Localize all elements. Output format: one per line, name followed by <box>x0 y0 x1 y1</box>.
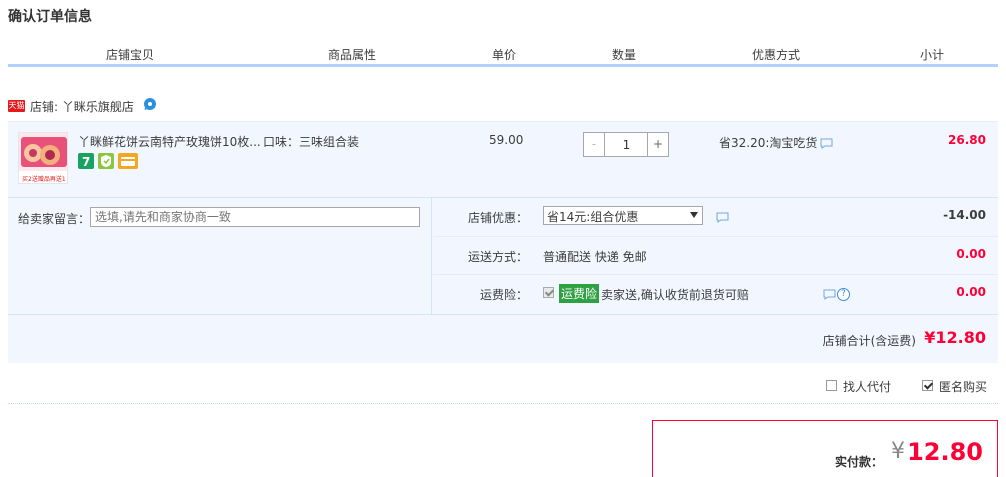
proxy-pay-checkbox[interactable] <box>826 380 837 391</box>
shop-discount-row: 店铺优惠： 省14元:组合优惠 -14.00 <box>433 198 998 236</box>
insurance-label: 运费险： <box>479 288 528 302</box>
chevron-down-icon <box>690 212 698 218</box>
quantity-stepper: - + <box>583 132 669 157</box>
insurance-row: 运费险： 运费险 卖家送,确认收货前退货可赔 ? 0.00 <box>433 274 998 312</box>
purchase-options-row: 找人代付 匿名购买 <box>8 364 998 404</box>
svg-text:7: 7 <box>82 155 90 169</box>
item-subtotal: 26.80 <box>948 133 986 147</box>
memo-label: 给卖家留言： <box>18 212 91 226</box>
shipping-label: 运送方式： <box>467 250 528 264</box>
unit-price: 59.00 <box>489 133 524 147</box>
shop-total-label: 店铺合计(含运费) <box>822 334 916 348</box>
anonymous-purchase-label[interactable]: 匿名购买 <box>939 378 987 395</box>
quantity-increase-button[interactable]: + <box>647 133 668 156</box>
help-question-icon[interactable]: ? <box>837 288 850 301</box>
insurance-tag: 运费险 <box>559 284 600 303</box>
insurance-checkbox <box>543 287 554 298</box>
shop-total-bar: 店铺合计(含运费) ¥12.80 <box>8 314 998 364</box>
promo-method: 省32.20:淘宝吃货 <box>719 136 818 150</box>
order-detail-block: 给卖家留言： 店铺优惠： 省14元:组合优惠 -14.00 运送方式： 普通配送… <box>8 197 998 363</box>
credit-card-icon <box>118 153 138 169</box>
shop-discount-amount: -14.00 <box>943 208 986 222</box>
shop-name-link[interactable]: 店铺: 丫眯乐旗舰店 <box>30 98 134 115</box>
thumb-caption: 买2送赠品再送1 <box>22 175 66 183</box>
shipping-method: 普通配送 快递 免邮 <box>543 250 647 264</box>
payment-label: 实付款： <box>834 455 883 469</box>
insurance-message-icon[interactable] <box>823 289 836 300</box>
tmall-badge-icon: 天猫 <box>8 100 25 112</box>
shipping-amount: 0.00 <box>956 247 986 261</box>
product-attribute: 口味：三味组合装 <box>263 135 360 149</box>
insurance-amount: 0.00 <box>956 285 986 299</box>
memo-input[interactable] <box>90 207 420 227</box>
shipping-row: 运送方式： 普通配送 快递 免邮 0.00 <box>433 236 998 274</box>
quantity-decrease-button[interactable]: - <box>584 133 605 156</box>
header-divider <box>8 64 998 67</box>
col-header-promo: 优惠方式 <box>752 48 801 62</box>
shop-discount-selected: 省14元:组合优惠 <box>547 210 639 224</box>
quantity-input[interactable] <box>606 133 647 156</box>
payment-currency: ¥ <box>891 439 905 464</box>
col-header-attr: 商品属性 <box>328 48 377 62</box>
product-title-link[interactable]: 丫眯鲜花饼云南特产玫瑰饼10枚... <box>78 133 261 150</box>
anonymous-purchase-checkbox[interactable] <box>922 380 933 391</box>
promo-message-icon[interactable] <box>820 138 833 149</box>
product-thumbnail[interactable]: 买2送赠品再送1 <box>18 132 68 184</box>
proxy-pay-label[interactable]: 找人代付 <box>843 378 891 395</box>
page-title: 确认订单信息 <box>8 9 92 25</box>
guarantee-icon <box>98 153 114 169</box>
shop-discount-label: 店铺优惠： <box>467 211 528 225</box>
payment-amount: 12.80 <box>907 438 983 466</box>
memo-pane: 给卖家留言： <box>8 198 432 314</box>
discount-message-icon[interactable] <box>716 212 729 223</box>
wangwang-chat-icon[interactable] <box>142 97 157 112</box>
insurance-description: 卖家送,确认收货前退货可赔 <box>601 288 749 302</box>
seven-day-return-icon: 7 <box>78 153 94 169</box>
order-item-row: 买2送赠品再送1 丫眯鲜花饼云南特产玫瑰饼10枚... 口味：三味组合装 7 5… <box>8 121 998 197</box>
col-header-subtotal: 小计 <box>920 48 945 62</box>
shop-total-value: ¥12.80 <box>924 328 986 347</box>
shop-discount-select[interactable]: 省14元:组合优惠 <box>543 206 703 225</box>
col-header-item: 店铺宝贝 <box>106 48 155 62</box>
payment-summary-box: 实付款： ¥ 12.80 <box>652 420 998 477</box>
options-pane: 店铺优惠： 省14元:组合优惠 -14.00 运送方式： 普通配送 快递 免邮 … <box>433 198 998 314</box>
col-header-quantity: 数量 <box>612 48 637 62</box>
col-header-price: 单价 <box>492 48 517 62</box>
